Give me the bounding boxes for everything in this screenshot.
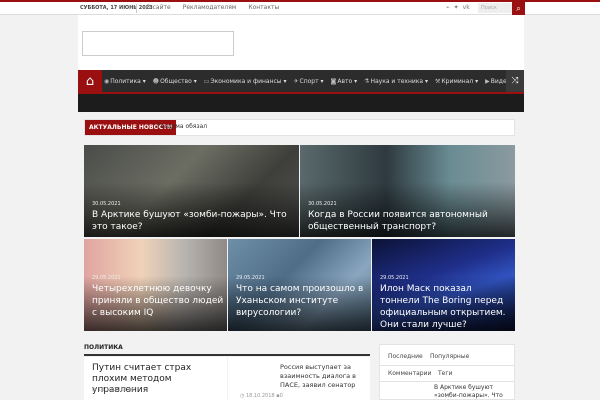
tile-title[interactable]: Когда в России появится автономный общес… <box>308 209 508 233</box>
nav-label: Экономика и финансы <box>210 77 282 85</box>
article-meta: ◷ 18.10.2018 ▪0 <box>240 393 283 399</box>
divider <box>380 365 514 366</box>
nav-item-sport[interactable]: ✈Спорт ▾ <box>293 78 323 85</box>
nav-item-science[interactable]: ⚗Наука и техника ▾ <box>364 78 428 85</box>
article-meta: ◷ 18.10.2018 ▪0 <box>92 387 135 393</box>
nav-item-society[interactable]: ☻Общество ▾ <box>153 78 197 85</box>
article-title[interactable]: Россия выступает за взаимность диалога в… <box>280 363 368 390</box>
nav-label: Спорт <box>299 77 319 85</box>
tile-title[interactable]: Илон Маск показал тоннели The Boring пер… <box>380 283 512 331</box>
users-icon: ☻ <box>152 77 160 85</box>
nav-item-economy[interactable]: ▭Экономика и финансы ▾ <box>204 78 287 85</box>
home-icon: ⌂ <box>85 73 95 89</box>
featured-tile[interactable]: 29.05.2021 Илон Маск показал тоннели The… <box>372 239 515 331</box>
article-date: 18.10.2018 <box>245 393 275 399</box>
divider <box>136 4 137 13</box>
tab-comments[interactable]: Комментарии <box>388 370 431 377</box>
rss-icon[interactable]: ⌁ <box>446 4 450 11</box>
current-date: СУББОТА, 17 ИЮНЬ 2023 <box>80 5 153 11</box>
tile-title[interactable]: Что на самом произошло в Уханьском инсти… <box>236 283 366 319</box>
top-bar: СУББОТА, 17 ИЮНЬ 2023 О сайте Рекламодат… <box>0 0 600 15</box>
money-icon: ▭ <box>203 77 210 85</box>
nav-item-politics[interactable]: ◉Политика ▾ <box>104 78 146 85</box>
twitter-icon[interactable]: ✦ <box>454 4 459 11</box>
tile-date: 30.05.2021 <box>92 201 121 207</box>
featured-tile[interactable]: 30.05.2021 В Арктике бушуют «зомби-пожар… <box>84 145 299 237</box>
plane-icon: ✈ <box>293 77 299 85</box>
nav-label: Авто <box>337 77 353 85</box>
site-header <box>78 15 524 70</box>
sidebar-tabs-widget: Последние Популярные Комментарии Теги В … <box>379 344 515 400</box>
featured-tile[interactable]: 29.05.2021 Четырехлетнюю девочку приняли… <box>84 239 227 331</box>
tab-latest[interactable]: Последние <box>388 353 423 360</box>
social-icons: ⌁ ✦ vk <box>446 4 470 11</box>
top-links: О сайте Рекламодателям Контакты <box>146 4 279 11</box>
search-input[interactable]: Поиск <box>478 3 512 13</box>
nav-label: Криминал <box>441 77 474 85</box>
shuffle-icon: ⤨ <box>511 76 519 86</box>
video-icon: ▶ <box>485 77 490 85</box>
vk-icon[interactable]: vk <box>463 4 470 11</box>
car-icon: ◙ <box>330 77 337 85</box>
breaking-news-ticker: АКТУАЛЬНЫЕ НОВОСТИ Госдума обязал <box>84 119 515 136</box>
sidebar-article-title[interactable]: В Арктике бушуют «зомби-пожары». Что это… <box>434 384 514 400</box>
featured-tile[interactable]: 30.05.2021 Когда в России появится автон… <box>300 145 515 237</box>
section-header: ПОЛИТИКА <box>84 342 370 356</box>
advertisers-link[interactable]: Рекламодателям <box>183 4 237 11</box>
search-icon: ⌕ <box>516 3 521 13</box>
nav-label: Общество <box>160 77 192 85</box>
main-nav: ⌂ ◉Политика ▾ ☻Общество ▾ ▭Экономика и ф… <box>78 70 524 92</box>
featured-tile[interactable]: 29.05.2021 Что на самом произошло в Ухан… <box>228 239 371 331</box>
site-logo[interactable] <box>82 31 234 56</box>
tile-date: 30.05.2021 <box>308 201 337 207</box>
section-title[interactable]: ПОЛИТИКА <box>84 344 123 351</box>
tab-tags[interactable]: Теги <box>438 370 452 377</box>
tile-title[interactable]: Четырехлетнюю девочку приняли в общество… <box>92 283 226 319</box>
sub-nav-bar <box>78 92 524 112</box>
flask-icon: ⚗ <box>364 77 370 85</box>
nav-item-crime[interactable]: ⚒Криминал ▾ <box>435 78 478 85</box>
home-button[interactable]: ⌂ <box>78 70 102 92</box>
about-link[interactable]: О сайте <box>146 4 171 11</box>
divider <box>380 381 514 382</box>
nav-label: Наука и техника <box>370 77 424 85</box>
nav-label: Политика <box>110 77 141 85</box>
tab-popular[interactable]: Популярные <box>430 353 469 360</box>
comments-count: 0 <box>279 393 283 399</box>
tile-date: 29.05.2021 <box>236 275 265 281</box>
tile-title[interactable]: В Арктике бушуют «зомби-пожары». Что это… <box>92 209 297 233</box>
tile-date: 29.05.2021 <box>380 275 409 281</box>
article-card[interactable]: Путин считает страх плохим методом управ… <box>84 357 227 400</box>
search-button[interactable]: ⌕ <box>512 2 525 15</box>
gavel-icon: ⚒ <box>435 77 441 85</box>
article-card[interactable]: Россия выступает за взаимность диалога в… <box>228 357 370 400</box>
comments-count: 0 <box>131 387 135 393</box>
random-article-button[interactable]: ⤨ <box>506 70 524 92</box>
article-date: 18.10.2018 <box>97 387 127 393</box>
nav-item-auto[interactable]: ◙Авто ▾ <box>331 78 358 85</box>
contacts-link[interactable]: Контакты <box>248 4 279 11</box>
ticker-headline[interactable]: Госдума обязал <box>157 123 207 130</box>
tile-date: 29.05.2021 <box>92 275 121 281</box>
globe-icon: ◉ <box>104 77 110 85</box>
